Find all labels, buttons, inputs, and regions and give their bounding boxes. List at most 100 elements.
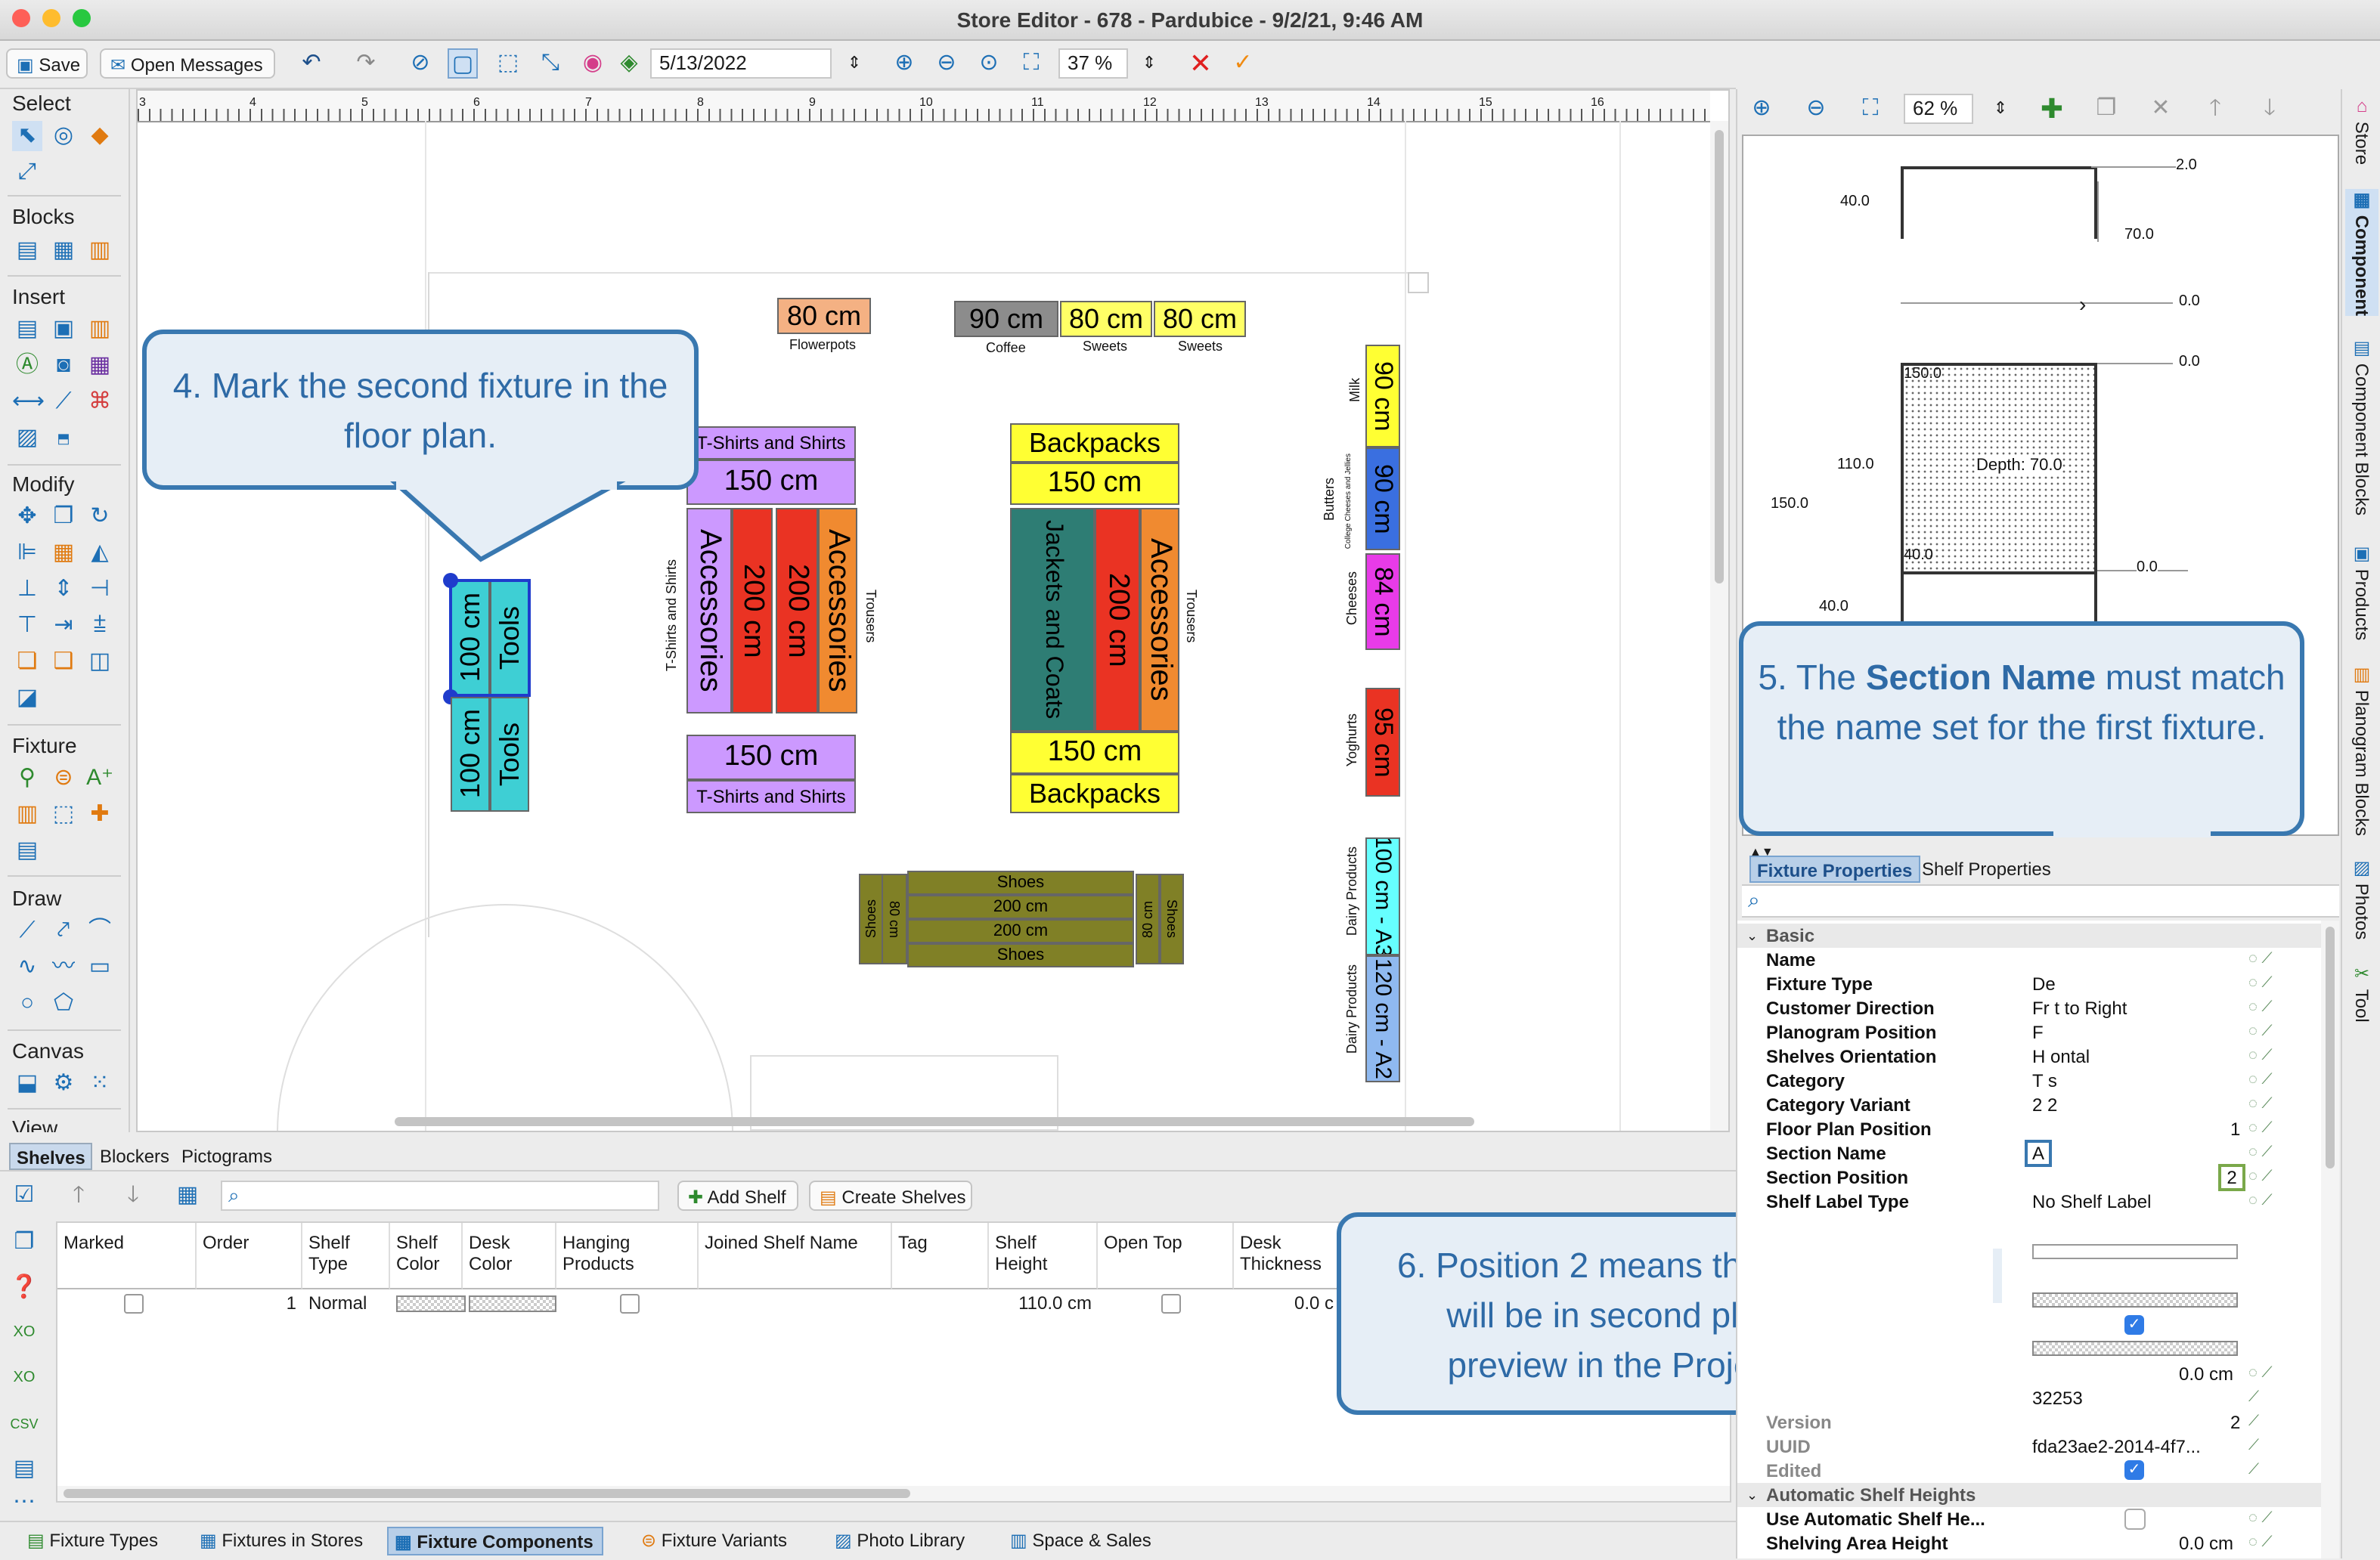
reset-icon[interactable]: ◌ ⟋ (2248, 1507, 2272, 1531)
reset-icon[interactable]: ◌ ⟋ (2248, 1020, 2272, 1045)
property-row-customer-direction[interactable]: Customer Direction Fr t to Right ◌ ⟋ (1737, 996, 2321, 1020)
add-component-icon[interactable]: ✚ (2037, 94, 2067, 124)
column-header[interactable]: Joined Shelf Name (699, 1223, 892, 1289)
tab-blockers[interactable]: Blockers (94, 1143, 175, 1170)
property-checkbox-checked[interactable]: ✓ (2124, 1315, 2144, 1335)
excel-icon[interactable]: XO (9, 1318, 39, 1348)
tab-fixture-components[interactable]: ▦ Fixture Components (387, 1527, 604, 1555)
open-top-checkbox[interactable] (1155, 1289, 1187, 1317)
property-row-shelf-label-type[interactable]: Shelf Label Type No Shelf Label ◌ ⟋ (1737, 1190, 2321, 1214)
property-row-uuid[interactable]: UUID fda23ae2-2014-4f7... ⟋ (1737, 1435, 2321, 1459)
tab-pictograms[interactable]: Pictograms (175, 1143, 278, 1170)
create-shelves-button[interactable]: ▤ Create Shelves (809, 1181, 972, 1211)
properties-search-input[interactable]: ⌕ (1742, 884, 2339, 918)
tab-fixtures-in-stores[interactable]: ▦ Fixtures in Stores (194, 1527, 372, 1555)
tab-space-sales[interactable]: ▥ Space & Sales (1004, 1527, 1161, 1555)
shelf-color-swatch[interactable] (390, 1289, 472, 1317)
vtab-component-blocks[interactable]: ▤ Component Blocks (2345, 337, 2378, 515)
property-row-category[interactable]: Category T s ◌ ⟋ (1737, 1069, 2321, 1093)
vtab-component[interactable]: ▦ Component (2345, 189, 2378, 316)
column-header[interactable]: Order (197, 1223, 302, 1289)
property-value[interactable]: F (2032, 1020, 2044, 1045)
reset-icon[interactable]: ◌ ⟋ (2248, 1117, 2272, 1141)
property-value[interactable]: T s (2032, 1069, 2057, 1093)
preview-zoom-field[interactable]: 62 % (1904, 94, 1973, 124)
property-value[interactable]: 0.0 cm (2179, 1531, 2233, 1555)
column-header[interactable]: Shelf Color (390, 1223, 463, 1289)
tab-shelves[interactable]: Shelves (9, 1143, 93, 1170)
property-row-shelves-orientation[interactable]: Shelves Orientation H ontal ◌ ⟋ (1737, 1045, 2321, 1069)
tab-fixture-variants[interactable]: ⊜ Fixture Variants (635, 1527, 796, 1555)
property-value[interactable]: 2 2 (2032, 1093, 2057, 1117)
tab-fixture-types[interactable]: ▤ Fixture Types (21, 1527, 167, 1555)
property-row-name[interactable]: Name ◌ ⟋ (1737, 948, 2321, 972)
help-row-icon[interactable]: ❓ (9, 1273, 39, 1303)
section-name-value[interactable]: A (2025, 1140, 2052, 1167)
property-row-fixture-type[interactable]: Fixture Type De ◌ ⟋ (1737, 972, 2321, 996)
report-icon[interactable]: ▤ (9, 1454, 39, 1484)
tab-photo-library[interactable]: ▨ Photo Library (829, 1527, 974, 1555)
properties-scrollbar[interactable] (2321, 921, 2339, 1558)
column-header[interactable]: Desk Color (463, 1223, 556, 1289)
property-row-edited[interactable]: Edited ✓ ⟋ (1737, 1459, 2321, 1483)
marked-checkbox[interactable] (118, 1289, 150, 1317)
property-row-section-position[interactable]: Section Position 2 ◌ ⟋ (1737, 1164, 2321, 1191)
property-value[interactable]: Fr t to Right (2032, 996, 2127, 1020)
move-up-icon[interactable]: 🡑 (64, 1181, 94, 1211)
property-row-shelving-area[interactable]: Shelving Area Height 0.0 cm ◌ ⟋ (1737, 1531, 2321, 1555)
scrollbar-thumb[interactable] (2326, 927, 2335, 1168)
property-row-floor-plan-position[interactable]: Floor Plan Position 1 ◌ ⟋ (1737, 1117, 2321, 1141)
table-horizontal-scrollbar[interactable] (57, 1486, 1730, 1501)
reset-icon[interactable]: ◌ ⟋ (2248, 1069, 2272, 1093)
property-row-use-automatic[interactable]: Use Automatic Shelf He... ◌ ⟋ (1737, 1507, 2321, 1531)
move-down-icon[interactable]: 🡓 (2254, 94, 2285, 124)
shelves-search-input[interactable]: ⌕ (221, 1181, 659, 1211)
property-row-version[interactable]: Version 2 ⟋ (1737, 1410, 2321, 1435)
tab-fixture-properties[interactable]: Fixture Properties (1749, 856, 1920, 883)
property-value[interactable]: De (2032, 972, 2056, 996)
column-header[interactable]: Desk Thickness (1234, 1223, 1340, 1289)
reset-icon[interactable]: ◌ ⟋ (2248, 972, 2272, 996)
vtab-planogram-blocks[interactable]: ▥ Planogram Blocks (2345, 664, 2378, 836)
property-text-field[interactable] (2032, 1244, 2238, 1259)
group-automatic-shelf-heights[interactable]: ⌄ Automatic Shelf Heights (1737, 1483, 2321, 1507)
vtab-products[interactable]: ▣ Products (2345, 543, 2378, 640)
copy-row-icon[interactable]: ❐ (9, 1227, 39, 1258)
vtab-photos[interactable]: ▨ Photos (2345, 857, 2378, 939)
property-row-value[interactable]: 0.0 cm ◌ ⟋ (1737, 1362, 2321, 1386)
vtab-store[interactable]: ⌂ Store (2345, 95, 2378, 165)
reset-icon[interactable]: ◌ ⟋ (2248, 1045, 2272, 1069)
property-value[interactable]: 0.0 cm (2179, 1362, 2233, 1386)
preview-fit-icon[interactable]: ⛶ (1855, 94, 1886, 124)
more-icon[interactable]: ⋯ (9, 1487, 39, 1518)
reset-icon[interactable]: ◌ ⟋ (2248, 1093, 2272, 1117)
table-settings-icon[interactable]: ▦ (172, 1181, 203, 1211)
delete-icon[interactable]: ✕ (2146, 94, 2176, 124)
use-automatic-checkbox[interactable] (2124, 1509, 2146, 1530)
reset-icon[interactable]: ◌ ⟋ (2248, 1362, 2272, 1386)
hanging-checkbox[interactable] (614, 1289, 646, 1317)
scrollbar-thumb[interactable] (64, 1489, 910, 1498)
column-header[interactable]: Marked (57, 1223, 197, 1289)
reset-icon[interactable]: ◌ ⟋ (2248, 1165, 2272, 1190)
column-header[interactable]: Open Top (1098, 1223, 1234, 1289)
preview-zoom-stepper[interactable]: ⇕ (1985, 94, 2016, 124)
property-value[interactable]: 1 (2230, 1117, 2240, 1141)
preview-zoom-out-icon[interactable]: ⊖ (1801, 94, 1831, 124)
column-header[interactable]: Shelf Type (302, 1223, 390, 1289)
property-color-swatch[interactable] (2032, 1292, 2238, 1308)
move-down-icon[interactable]: 🡓 (118, 1181, 148, 1211)
vtab-tool[interactable]: ✂ Tool (2345, 963, 2378, 1023)
column-header[interactable]: Shelf Height (989, 1223, 1098, 1289)
property-value[interactable]: No Shelf Label (2032, 1190, 2151, 1214)
excel-export-icon[interactable]: XO (9, 1363, 39, 1394)
section-position-value[interactable]: 2 (2218, 1164, 2245, 1191)
checklist-icon[interactable]: ☑ (9, 1181, 39, 1211)
property-row-planogram-position[interactable]: Planogram Position F ◌ ⟋ (1737, 1020, 2321, 1045)
property-value[interactable]: H ontal (2032, 1045, 2090, 1069)
reset-icon[interactable]: ◌ ⟋ (2248, 1190, 2272, 1214)
column-header[interactable]: Hanging Products (556, 1223, 699, 1289)
tab-shelf-properties[interactable]: Shelf Properties (1916, 856, 2057, 883)
add-shelf-button[interactable]: ✚ Add Shelf (677, 1181, 798, 1211)
reset-icon[interactable]: ◌ ⟋ (2248, 1141, 2272, 1165)
